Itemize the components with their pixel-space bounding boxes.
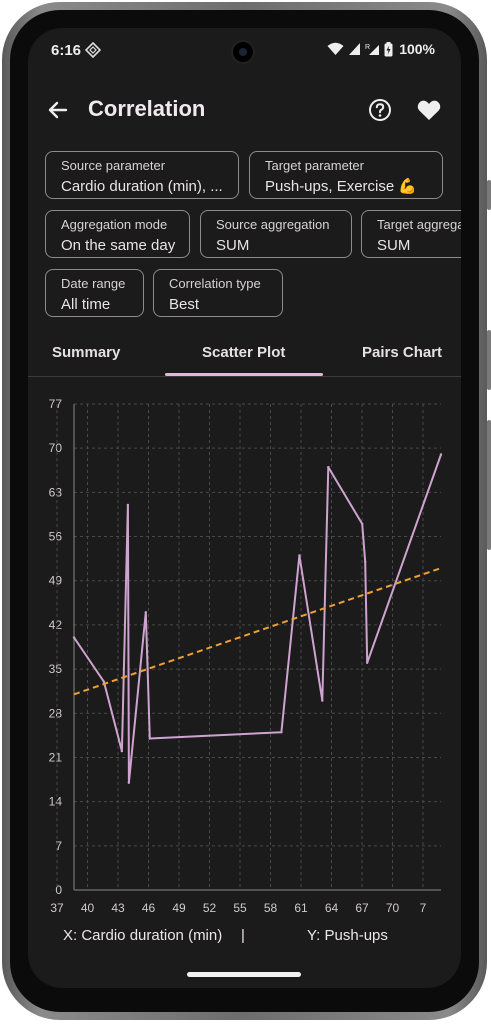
chip-label: Correlation type bbox=[169, 276, 261, 291]
x-tick-label: 49 bbox=[172, 901, 186, 913]
chip-value: Cardio duration (min), ... bbox=[61, 178, 223, 195]
x-tick-label: 52 bbox=[203, 901, 217, 913]
data-point bbox=[361, 522, 364, 526]
network-diamond-icon bbox=[85, 42, 101, 58]
aggregation-mode-chip[interactable]: Aggregation mode On the same day bbox=[45, 210, 190, 258]
data-point bbox=[321, 699, 324, 702]
chip-label: Target aggregation bbox=[377, 217, 461, 232]
chip-label: Source parameter bbox=[61, 158, 166, 173]
front-camera bbox=[231, 40, 255, 64]
x-tick-label: 67 bbox=[355, 901, 369, 913]
tab-divider bbox=[28, 376, 461, 377]
volume-button bbox=[487, 420, 491, 550]
status-bar: 6:16 R 100% bbox=[28, 28, 461, 72]
tab-pairs-chart[interactable]: Pairs Chart bbox=[362, 344, 442, 361]
signal-icon bbox=[349, 43, 361, 55]
caption-separator: | bbox=[241, 927, 245, 944]
data-point bbox=[439, 453, 443, 456]
y-tick-label: 35 bbox=[49, 662, 63, 676]
x-axis-caption: X: Cardio duration (min) bbox=[63, 927, 223, 944]
series-line bbox=[73, 454, 442, 784]
chip-value: SUM bbox=[216, 237, 250, 254]
y-tick-label: 56 bbox=[49, 530, 63, 544]
y-tick-label: 0 bbox=[55, 883, 62, 897]
wifi-icon bbox=[327, 42, 344, 55]
y-tick-label: 7 bbox=[55, 839, 62, 853]
chip-value: Best bbox=[169, 296, 200, 313]
chip-label: Target parameter bbox=[265, 158, 364, 173]
status-icons: R 100% bbox=[327, 41, 435, 57]
y-axis-caption: Y: Push-ups bbox=[307, 927, 388, 944]
app-bar: Correlation bbox=[28, 88, 461, 132]
chip-value: Push-ups, Exercise 💪 bbox=[265, 178, 418, 195]
data-point bbox=[327, 465, 330, 469]
chip-label: Date range bbox=[61, 276, 126, 291]
screen: 6:16 R 100% Correlation Source parameter… bbox=[28, 28, 461, 988]
source-parameter-chip[interactable]: Source parameter Cardio duration (min), … bbox=[45, 151, 239, 199]
x-tick-label: 61 bbox=[294, 901, 308, 913]
date-range-chip[interactable]: Date range All time bbox=[45, 269, 144, 317]
y-tick-label: 28 bbox=[49, 706, 63, 720]
data-point bbox=[120, 749, 124, 753]
status-time: 6:16 bbox=[51, 42, 82, 59]
data-point bbox=[148, 737, 151, 740]
tab-summary[interactable]: Summary bbox=[52, 344, 120, 361]
chip-value: SUM bbox=[377, 237, 411, 254]
y-tick-label: 63 bbox=[49, 485, 63, 499]
target-aggregation-chip[interactable]: Target aggregation SUM bbox=[361, 210, 461, 258]
phone-device: 6:16 R 100% Correlation Source parameter… bbox=[0, 0, 491, 1024]
tab-scatter-plot[interactable]: Scatter Plot bbox=[202, 344, 285, 361]
battery-percent: 100% bbox=[399, 41, 435, 57]
correlation-type-chip[interactable]: Correlation type Best bbox=[153, 269, 283, 317]
x-tick-label: 7 bbox=[420, 901, 427, 913]
roaming-signal-icon: R bbox=[365, 44, 380, 55]
x-tick-label: 43 bbox=[111, 901, 125, 913]
source-aggregation-chip[interactable]: Source aggregation SUM bbox=[200, 210, 352, 258]
y-tick-label: 77 bbox=[49, 397, 63, 411]
target-parameter-chip[interactable]: Target parameter Push-ups, Exercise 💪 bbox=[249, 151, 443, 199]
chip-value: On the same day bbox=[61, 237, 176, 254]
y-tick-label: 21 bbox=[49, 750, 63, 764]
x-tick-label: 58 bbox=[264, 901, 278, 913]
chip-value: All time bbox=[61, 296, 111, 313]
data-point bbox=[364, 560, 367, 563]
data-point bbox=[72, 636, 76, 639]
side-button bbox=[487, 180, 491, 210]
x-tick-label: 37 bbox=[50, 901, 64, 913]
x-tick-label: 70 bbox=[386, 901, 400, 913]
data-point bbox=[298, 554, 301, 557]
data-point bbox=[126, 503, 130, 507]
x-tick-label: 40 bbox=[81, 901, 95, 913]
page-title: Correlation bbox=[88, 96, 206, 121]
favorite-heart-icon[interactable] bbox=[415, 96, 443, 124]
power-button bbox=[487, 330, 491, 390]
data-point bbox=[102, 680, 106, 683]
x-tick-label: 46 bbox=[142, 901, 156, 913]
y-tick-label: 49 bbox=[49, 574, 63, 588]
battery-icon bbox=[384, 41, 393, 56]
scatter-plot-chart: 0 7 14 21 28 35 42 49 56 63 70 77 37 40 43 46 49 52 55 58 61… bbox=[49, 397, 443, 913]
svg-text:R: R bbox=[365, 44, 370, 51]
chip-label: Source aggregation bbox=[216, 217, 330, 232]
data-point bbox=[144, 611, 148, 614]
x-tick-label: 55 bbox=[233, 901, 247, 913]
y-tick-label: 14 bbox=[49, 795, 63, 809]
chip-label: Aggregation mode bbox=[61, 217, 168, 232]
y-tick-label: 70 bbox=[49, 441, 63, 455]
data-point bbox=[366, 661, 369, 664]
data-point bbox=[127, 781, 131, 784]
help-icon[interactable] bbox=[366, 96, 394, 124]
back-arrow-icon[interactable] bbox=[44, 96, 72, 124]
x-tick-label: 64 bbox=[325, 901, 339, 913]
gesture-nav-handle[interactable] bbox=[187, 972, 301, 977]
data-point bbox=[280, 731, 283, 734]
y-tick-label: 42 bbox=[49, 618, 63, 632]
